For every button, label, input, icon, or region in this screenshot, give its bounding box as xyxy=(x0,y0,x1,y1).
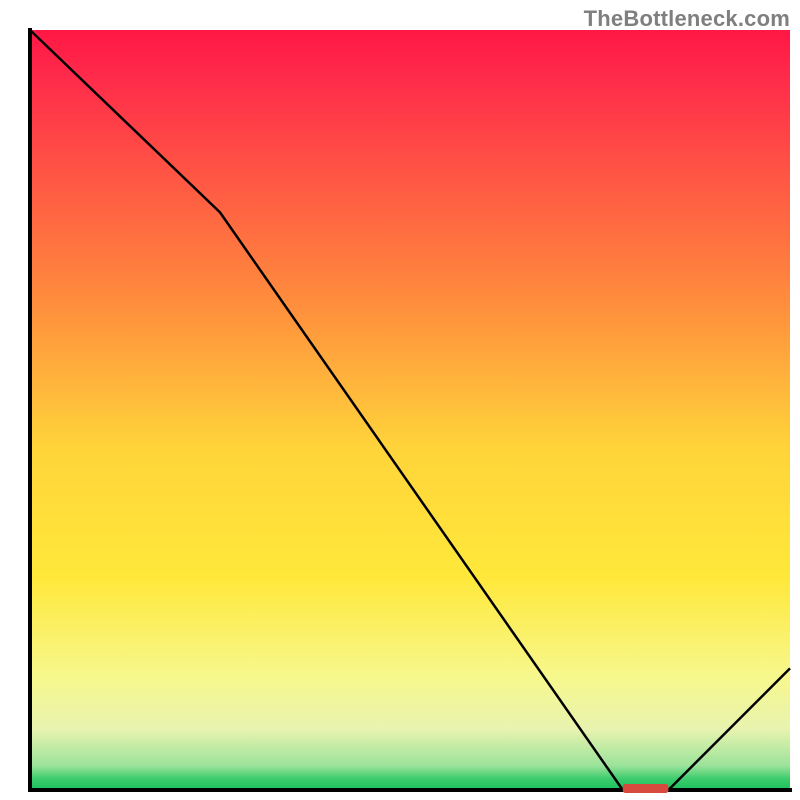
plot-background xyxy=(30,30,790,790)
chart-frame: TheBottleneck.com xyxy=(0,0,800,800)
plateau-marker xyxy=(623,784,669,793)
plateau-strip xyxy=(623,784,669,793)
bottleneck-chart xyxy=(0,0,800,800)
